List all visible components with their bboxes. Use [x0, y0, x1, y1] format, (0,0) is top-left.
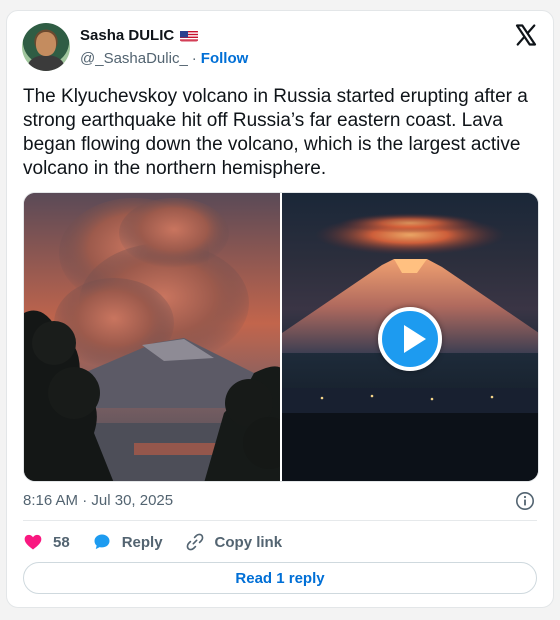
tweet-date: Jul 30, 2025 [91, 492, 174, 509]
follow-button[interactable]: Follow [201, 50, 249, 67]
reply-bubble-icon [94, 534, 110, 550]
reply-label: Reply [121, 533, 163, 551]
author-name[interactable]: Sasha DULIC [80, 27, 174, 44]
tweet-actions: 58 Reply Copy link [23, 531, 304, 553]
info-icon[interactable] [515, 491, 535, 511]
like-count: 58 [53, 533, 70, 551]
us-flag-icon [180, 30, 199, 42]
handle-separator: · [191, 50, 197, 67]
media-video-volcano-night[interactable] [282, 193, 538, 481]
author-handle-row: @_SashaDulic_ · Follow [80, 50, 248, 67]
copy-link-button[interactable]: Copy link [185, 532, 283, 552]
tweet-card[interactable]: Sasha DULIC @_SashaDulic_ · Follow The K… [6, 10, 554, 608]
tweet-header: Sasha DULIC @_SashaDulic_ · Follow [22, 23, 538, 73]
author-handle[interactable]: @_SashaDulic_ [80, 50, 188, 67]
link-icon [186, 533, 203, 551]
reply-button[interactable]: Reply [92, 532, 163, 552]
media-photo-eruption[interactable] [24, 193, 280, 481]
meta-separator: · [82, 492, 88, 509]
author-name-row[interactable]: Sasha DULIC [80, 27, 199, 44]
x-logo-icon[interactable] [514, 23, 538, 47]
tweet-text: The Klyuchevskoy volcano in Russia start… [23, 86, 528, 179]
copy-link-label: Copy link [214, 533, 283, 551]
tweet-timestamp[interactable]: 8:16 AM · Jul 30, 2025 [23, 492, 173, 509]
heart-icon [24, 534, 42, 550]
divider [23, 520, 537, 521]
play-icon [404, 325, 426, 353]
avatar[interactable] [22, 23, 70, 71]
media-grid [23, 192, 539, 482]
tweet-time: 8:16 AM [23, 492, 79, 509]
play-video-button[interactable] [378, 307, 442, 371]
like-button[interactable]: 58 [23, 532, 70, 552]
read-replies-button[interactable]: Read 1 reply [23, 562, 537, 594]
